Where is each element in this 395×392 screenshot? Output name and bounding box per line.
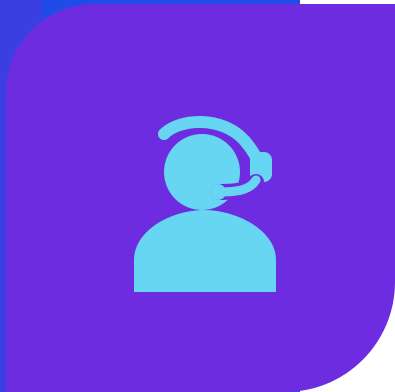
card-shape bbox=[6, 4, 395, 392]
support-tile bbox=[0, 0, 395, 392]
customer-support-headset-icon bbox=[126, 112, 286, 294]
